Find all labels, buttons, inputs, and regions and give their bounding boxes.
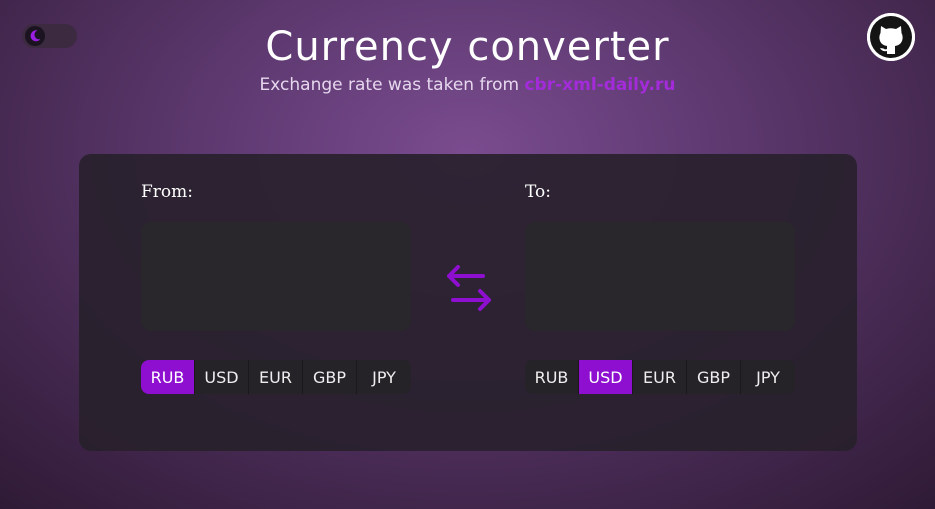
from-currency-usd-button[interactable]: USD (195, 360, 249, 394)
page-title: Currency converter (265, 24, 670, 70)
to-label: To: (525, 182, 551, 202)
to-currency-group: RUB USD EUR GBP JPY (525, 360, 795, 394)
from-currency-eur-button[interactable]: EUR (249, 360, 303, 394)
swap-button[interactable] (443, 262, 495, 312)
converter-card: From: To: RUB USD EUR GBP JPY RUB USD EUR GBP JP… (79, 154, 857, 451)
to-amount-input[interactable] (525, 222, 795, 331)
from-currency-gbp-button[interactable]: GBP (303, 360, 357, 394)
subtitle-text: Exchange rate was taken from (259, 75, 525, 95)
swap-arrows-icon (447, 265, 491, 311)
from-currency-rub-button[interactable]: RUB (141, 360, 195, 394)
to-currency-eur-button[interactable]: EUR (633, 360, 687, 394)
to-currency-usd-button[interactable]: USD (579, 360, 633, 394)
from-currency-group: RUB USD EUR GBP JPY (141, 360, 411, 394)
from-amount-input[interactable] (141, 222, 411, 331)
to-currency-jpy-button[interactable]: JPY (741, 360, 795, 394)
subtitle: Exchange rate was taken from cbr-xml-dai… (0, 75, 935, 95)
to-currency-gbp-button[interactable]: GBP (687, 360, 741, 394)
source-link[interactable]: cbr-xml-daily.ru (524, 75, 675, 95)
from-label: From: (141, 182, 194, 202)
from-currency-jpy-button[interactable]: JPY (357, 360, 411, 394)
to-currency-rub-button[interactable]: RUB (525, 360, 579, 394)
